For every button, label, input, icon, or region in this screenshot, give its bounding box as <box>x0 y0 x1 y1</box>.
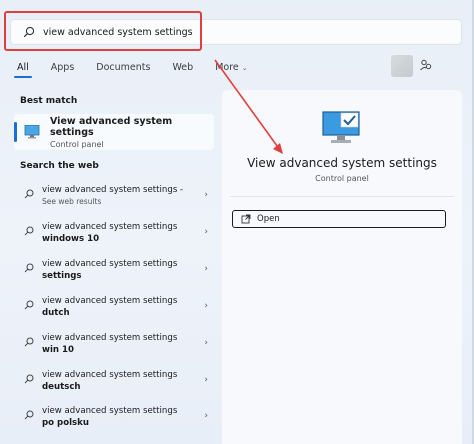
tab-more[interactable]: More ⌄ <box>212 62 250 73</box>
web-result-item[interactable]: view advanced system settings deutsch › <box>14 369 214 393</box>
web-result-bold: dutch <box>42 308 70 318</box>
web-result-item[interactable]: view advanced system settings settings › <box>14 258 214 282</box>
open-external-icon <box>241 214 251 224</box>
chevron-right-icon: › <box>204 301 208 311</box>
web-result-text: view advanced system settings <box>42 333 178 343</box>
search-icon <box>24 189 34 199</box>
chevron-right-icon: › <box>204 227 208 237</box>
tab-web[interactable]: Web <box>169 62 196 73</box>
web-result-bold: deutsch <box>42 382 81 392</box>
chevron-right-icon: › <box>204 411 208 421</box>
open-button[interactable]: Open <box>232 210 446 228</box>
best-match-subtitle: Control panel <box>50 139 104 149</box>
web-result-item[interactable]: view advanced system settings po polsku … <box>14 405 214 429</box>
web-result-text: view advanced system settings <box>42 370 178 380</box>
web-result-text: view advanced system settings <box>42 259 178 269</box>
web-result-text: view advanced system settings <box>42 296 178 306</box>
avatar[interactable] <box>391 55 413 77</box>
open-button-label: Open <box>257 214 280 224</box>
monitor-check-icon <box>320 110 362 146</box>
web-result-item[interactable]: view advanced system settings windows 10 … <box>14 221 214 245</box>
best-match-heading: Best match <box>20 96 78 106</box>
chevron-right-icon: › <box>204 338 208 348</box>
search-icon <box>24 300 34 310</box>
web-result-subtext: See web results <box>42 197 102 206</box>
best-match-result[interactable]: View advanced system settings Control pa… <box>14 114 214 150</box>
search-window: view advanced system settings All Apps D… <box>0 0 474 444</box>
search-icon <box>23 26 35 38</box>
preview-title: View advanced system settings <box>247 156 437 170</box>
filter-tabs: All Apps Documents Web More ⌄ <box>14 58 267 78</box>
web-result-bold: settings <box>42 271 82 281</box>
preview-subtitle: Control panel <box>315 174 369 183</box>
preview-panel: View advanced system settings Control pa… <box>222 90 462 444</box>
monitor-icon <box>24 124 40 140</box>
search-web-heading: Search the web <box>20 161 99 171</box>
search-icon <box>24 263 34 273</box>
chevron-down-icon: ⌄ <box>241 63 248 72</box>
people-icon[interactable] <box>419 58 433 72</box>
tab-apps[interactable]: Apps <box>48 62 78 73</box>
web-result-item[interactable]: view advanced system settings win 10 › <box>14 332 214 356</box>
web-result-text: view advanced system settings <box>42 222 178 232</box>
chevron-right-icon: › <box>204 264 208 274</box>
web-result-bold: win 10 <box>42 345 74 355</box>
search-icon <box>24 374 34 384</box>
search-icon <box>24 337 34 347</box>
web-result-item[interactable]: view advanced system settings dutch › <box>14 295 214 319</box>
web-result-text: view advanced system settings - <box>42 185 184 195</box>
search-input[interactable]: view advanced system settings <box>10 19 462 45</box>
tab-all[interactable]: All <box>14 62 32 78</box>
best-match-title: View advanced system settings <box>50 115 173 138</box>
divider <box>230 196 454 197</box>
chevron-right-icon: › <box>204 375 208 385</box>
chevron-right-icon: › <box>204 190 208 200</box>
search-icon <box>24 226 34 236</box>
web-result-text: view advanced system settings <box>42 406 178 416</box>
web-result-bold: windows 10 <box>42 234 100 244</box>
tab-documents[interactable]: Documents <box>93 62 153 73</box>
search-query-text: view advanced system settings <box>43 26 193 38</box>
web-result-item[interactable]: view advanced system settings - See web r… <box>14 184 214 208</box>
web-result-bold: po polsku <box>42 418 89 428</box>
search-icon <box>24 410 34 420</box>
tab-more-label: More <box>215 61 239 73</box>
